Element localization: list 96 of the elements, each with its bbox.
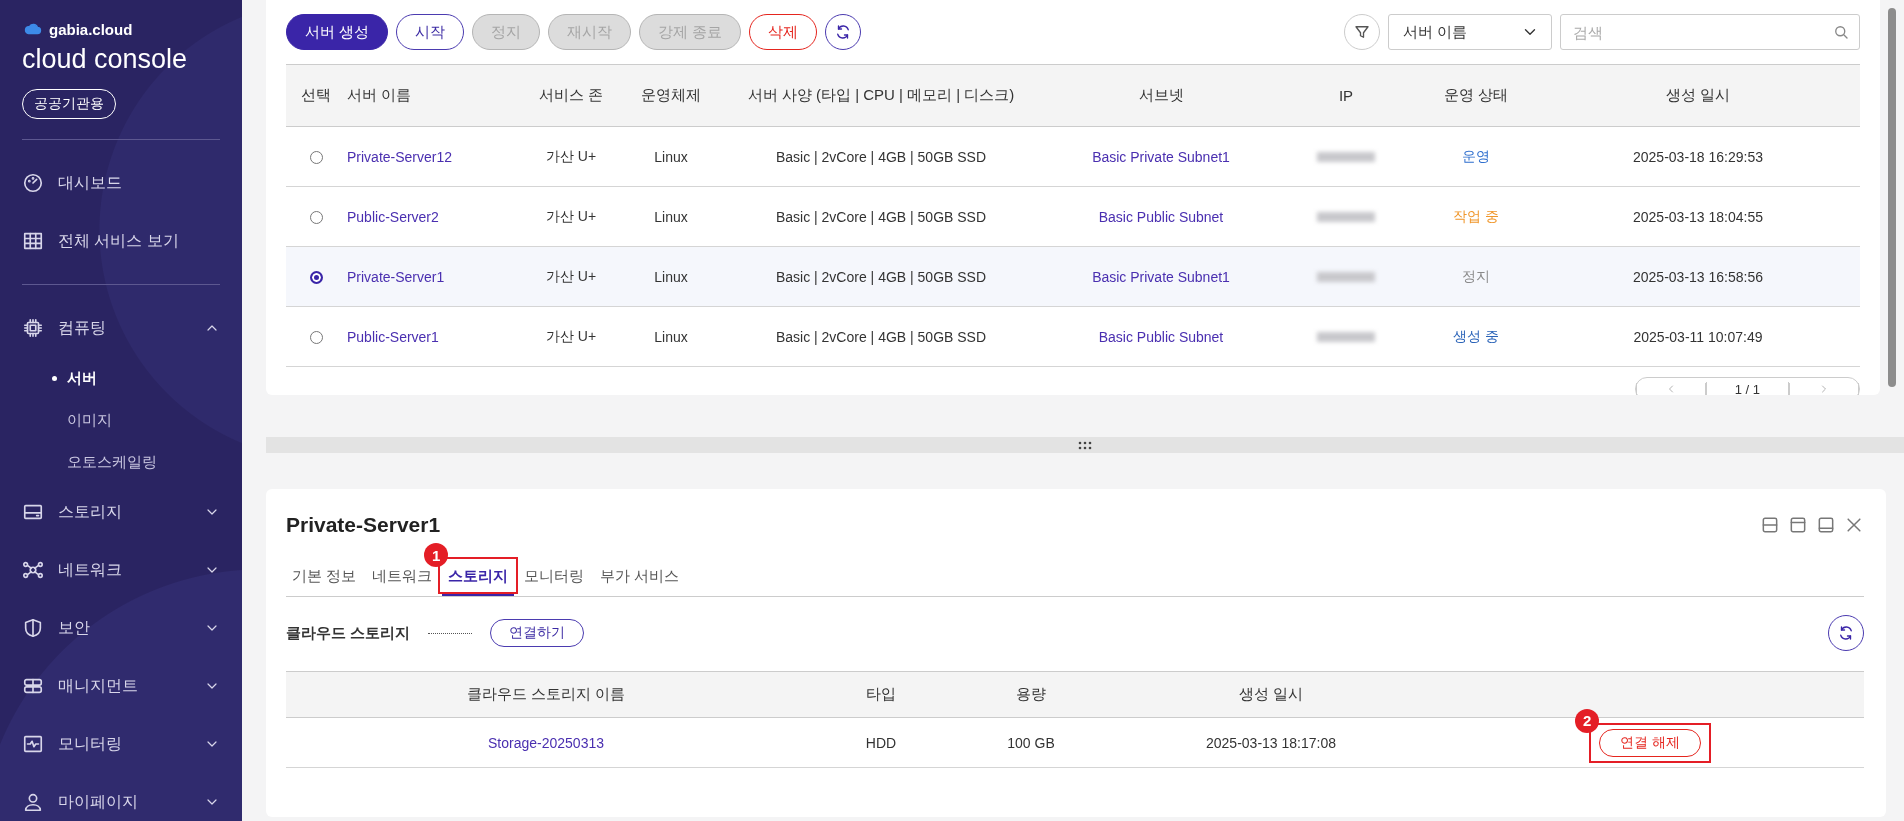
detail-title: Private-Server1: [286, 513, 441, 537]
status-text: 정지: [1462, 267, 1490, 284]
tab[interactable]: 부가 서비스: [594, 559, 686, 596]
table-cell: 2025-03-18 16:29:53: [1633, 148, 1763, 165]
network-nodes-icon: [22, 559, 44, 581]
split-horizontal-icon[interactable]: [1760, 515, 1780, 535]
status-text: 생성 중: [1453, 327, 1499, 344]
blurred-ip: [1317, 211, 1375, 222]
refresh-button[interactable]: [1828, 615, 1864, 651]
table-cell: 가산 U+: [545, 267, 597, 284]
filter-button[interactable]: [1344, 14, 1380, 50]
subnet-link[interactable]: Basic Private Subnet1: [1092, 268, 1230, 285]
sidebar-menu-item[interactable]: 모니터링: [22, 715, 220, 773]
column-header: 서버 사양 (타입 | CPU | 메모리 | 디스크): [716, 64, 1046, 127]
table-cell: 가산 U+: [545, 147, 597, 164]
scrollbar[interactable]: [1888, 8, 1896, 387]
tab[interactable]: 기본 정보: [286, 559, 363, 596]
blurred-ip: [1317, 151, 1375, 162]
table-cell: 가산 U+: [545, 327, 597, 344]
table-cell: Basic | 2vCore | 4GB | 50GB SSD: [775, 268, 987, 285]
sidebar-subitem[interactable]: 이미지: [22, 399, 220, 441]
column-header: 운영체제: [626, 64, 716, 127]
table-cell: Linux: [654, 268, 688, 285]
refresh-button[interactable]: [825, 14, 862, 50]
search-field[interactable]: 검색: [1560, 14, 1860, 50]
search-icon: [1832, 23, 1850, 41]
column-header: 타입: [806, 671, 956, 718]
person-icon: [22, 791, 44, 813]
refresh-icon: [1837, 624, 1855, 642]
subnet-link[interactable]: Basic Public Subnet: [1098, 208, 1224, 225]
sidebar-item[interactable]: 전체 서비스 보기: [22, 212, 220, 270]
table-cell: Basic | 2vCore | 4GB | 50GB SSD: [775, 148, 987, 165]
server-name-link[interactable]: Private-Server12: [347, 148, 453, 165]
console-title: cloud console: [22, 44, 189, 75]
disconnect-button[interactable]: 연결 해제: [1599, 728, 1701, 757]
column-header: 운영 상태: [1416, 64, 1536, 127]
monitor-pulse-icon: [22, 733, 44, 755]
panel-bottom-icon[interactable]: [1816, 515, 1836, 535]
subnet-link[interactable]: Basic Public Subnet: [1098, 328, 1224, 345]
table-cell: 2025-03-11 10:07:49: [1633, 328, 1763, 345]
table-cell: 2025-03-13 18:17:08: [1206, 734, 1336, 751]
logo-text: gabia.cloud: [49, 20, 133, 38]
server-name-link[interactable]: Public-Server2: [347, 208, 439, 225]
blurred-ip: [1317, 271, 1375, 282]
sidebar-menu-item[interactable]: 스토리지: [22, 483, 220, 541]
sidebar-menu-item[interactable]: 매니지먼트: [22, 657, 220, 715]
annotation-number: 1: [424, 543, 449, 567]
connect-button[interactable]: 연결하기: [490, 619, 585, 647]
sidebar-item[interactable]: 대시보드: [22, 154, 220, 212]
table-cell: Linux: [654, 208, 688, 225]
table-cell: 2025-03-13 18:04:55: [1633, 208, 1763, 225]
page-indicator: 1 / 1: [1705, 381, 1789, 395]
gauge-icon: [22, 172, 44, 194]
column-header: 서비스 존: [516, 64, 626, 127]
toolbar-button[interactable]: 서버 생성: [286, 14, 389, 50]
sidebar-subitem[interactable]: 오토스케일링: [22, 441, 220, 483]
table-cell: HDD: [865, 734, 897, 751]
filter-icon: [1353, 23, 1371, 41]
blurred-ip: [1317, 331, 1375, 342]
shield-icon: [22, 617, 44, 639]
table-cell: Linux: [654, 148, 688, 165]
table-cell: 100 GB: [1007, 734, 1055, 751]
column-header: 서버 이름: [346, 64, 516, 127]
column-header: 생성 일시: [1536, 64, 1860, 127]
filter-select[interactable]: 서버 이름: [1388, 14, 1552, 50]
panel-top-icon[interactable]: [1788, 515, 1808, 535]
status-text: 작업 중: [1453, 207, 1499, 224]
table-cell: 가산 U+: [545, 207, 597, 224]
column-header: 생성 일시: [1106, 671, 1436, 718]
radio-button[interactable]: [309, 271, 323, 285]
sidebar-menu-item[interactable]: 네트워크: [22, 541, 220, 599]
tab[interactable]: 모니터링: [518, 559, 591, 596]
drag-handle-icon: [1077, 439, 1093, 451]
server-name-link[interactable]: Private-Server1: [347, 268, 445, 285]
subnet-link[interactable]: Basic Private Subnet1: [1092, 148, 1230, 165]
sidebar-menu-item[interactable]: 마이페이지: [22, 773, 220, 821]
table-cell: Linux: [654, 328, 688, 345]
grid-icon: [22, 230, 44, 252]
toolbar-button[interactable]: 삭제: [749, 14, 818, 50]
storage-name-link[interactable]: Storage-20250313: [488, 734, 604, 751]
chip-icon: [22, 317, 44, 339]
sidebar-subitem[interactable]: 서버: [22, 357, 220, 399]
section-label: 클라우드 스토리지: [286, 623, 411, 643]
table-cell: 2025-03-13 16:58:56: [1633, 268, 1763, 285]
column-header: 용량: [956, 671, 1106, 718]
column-header: 선택: [286, 64, 346, 127]
sidebar-menu-item[interactable]: 컴퓨팅: [22, 299, 220, 357]
toolbar-button[interactable]: 시작: [396, 14, 465, 50]
server-name-link[interactable]: Public-Server1: [347, 328, 439, 345]
table-cell: Basic | 2vCore | 4GB | 50GB SSD: [775, 208, 987, 225]
status-text: 운영: [1462, 147, 1490, 164]
column-header: 서브넷: [1046, 64, 1276, 127]
column-header: 클라우드 스토리지 이름: [286, 671, 806, 718]
table-cell: Basic | 2vCore | 4GB | 50GB SSD: [775, 328, 987, 345]
column-header: IP: [1276, 64, 1416, 127]
sidebar-menu-item[interactable]: 보안: [22, 599, 220, 657]
